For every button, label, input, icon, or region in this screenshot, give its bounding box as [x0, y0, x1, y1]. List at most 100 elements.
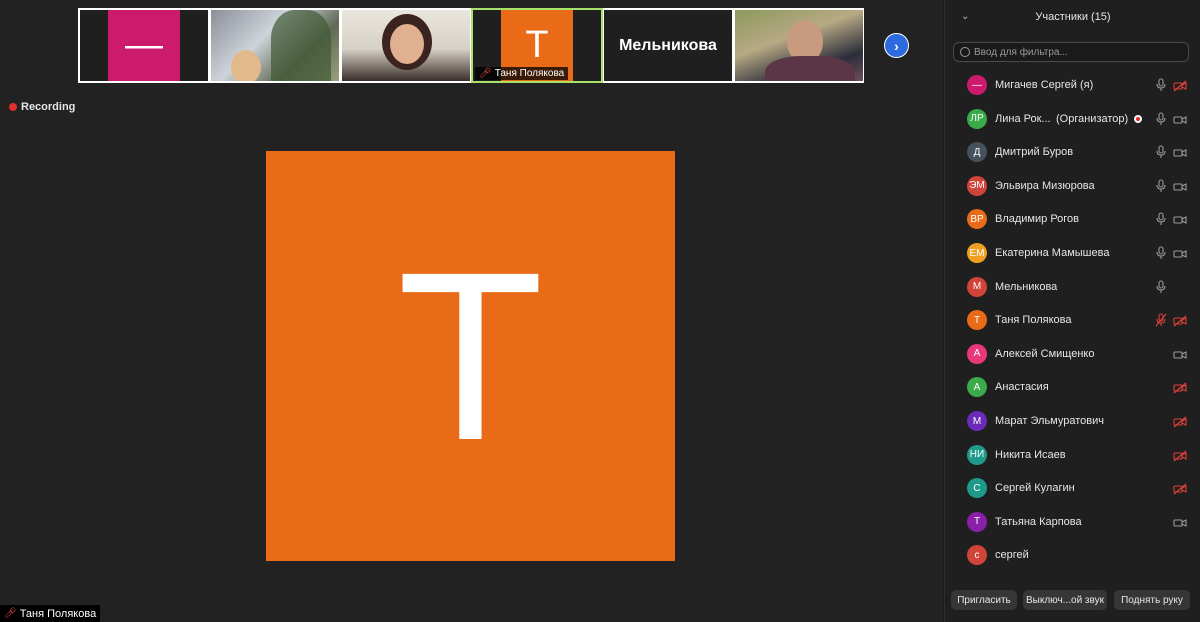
participant-name: Екатерина Мамышева: [995, 247, 1110, 259]
thumbnail-avatar: —: [108, 10, 180, 81]
participant-name: Анастасия: [995, 381, 1049, 394]
record-dot-icon: [9, 103, 17, 111]
participant-row[interactable]: — Мигачев Сергей (я): [945, 68, 1200, 102]
participant-name: Мигачев Сергей (я): [995, 79, 1094, 91]
participant-row[interactable]: ЭМ Эльвира Мизюрова: [945, 169, 1200, 203]
camera-icon: [1173, 146, 1187, 158]
participant-name: Мельникова: [995, 280, 1058, 293]
camera-off-icon: [1173, 449, 1187, 462]
participant-avatar: М: [967, 411, 987, 431]
recording-indicator: Recording: [9, 101, 75, 113]
participant-row[interactable]: А Алексей Смищенко: [945, 337, 1200, 371]
microphone-icon: [1155, 78, 1167, 92]
participant-row[interactable]: М Марат Эльмуратович: [945, 404, 1200, 438]
participant-avatar: Д: [967, 142, 987, 163]
chevron-right-icon: ›: [894, 37, 899, 54]
participant-row[interactable]: Т Таня Полякова: [945, 303, 1200, 337]
thumbnail-2[interactable]: [211, 10, 339, 81]
participant-avatar: Т: [967, 310, 987, 331]
thumbnail-1[interactable]: —: [80, 10, 208, 81]
camera-icon: [1173, 213, 1187, 225]
participant-row[interactable]: Т Татьяна Карпова: [945, 505, 1200, 539]
thumbnail-3[interactable]: [342, 10, 470, 81]
thumbnail-letter: —: [125, 24, 163, 66]
mute-all-button[interactable]: Выключ...ой звук: [1023, 590, 1107, 610]
main-video-area: — T 🎤︎ Таня Полякова Мельникова › Record…: [0, 0, 943, 622]
participant-row[interactable]: НИ Никита Исаев: [945, 438, 1200, 472]
camera-icon: [1173, 348, 1187, 360]
thumbnail-name-label: 🎤︎ Таня Полякова: [475, 67, 569, 80]
participant-avatar: ВР: [967, 209, 987, 230]
participant-avatar: А: [967, 377, 987, 398]
participant-avatar: ЛР: [967, 108, 987, 129]
participant-row[interactable]: ЛР Лина Рок... (Организатор): [945, 102, 1200, 136]
mic-muted-icon: [1155, 313, 1167, 327]
camera-icon: [1173, 247, 1187, 259]
active-speaker-letter: T: [397, 222, 544, 490]
participant-avatar: —: [967, 75, 987, 95]
participant-role: (Организатор): [1056, 112, 1129, 125]
participant-name: Алексей Смищенко: [995, 347, 1095, 360]
thumbnail-name: Таня Полякова: [494, 68, 565, 79]
participant-row[interactable]: Д Дмитрий Буров: [945, 135, 1200, 169]
thumbnail-4-active-speaker[interactable]: T 🎤︎ Таня Полякова: [471, 8, 603, 83]
camera-off-icon: [1173, 381, 1187, 394]
participant-name: Владимир Рогов: [995, 213, 1080, 226]
microphone-icon: [1155, 212, 1167, 226]
invite-button[interactable]: Пригласить: [951, 590, 1017, 610]
filter-box: [953, 42, 1189, 62]
microphone-icon: [1155, 280, 1167, 294]
camera-icon: [1173, 180, 1187, 192]
next-page-button[interactable]: ›: [884, 33, 909, 58]
microphone-icon: [1155, 246, 1167, 260]
participant-name: Лина Рок...: [995, 112, 1051, 125]
camera-off-icon: [1173, 482, 1187, 495]
camera-off-icon: [1173, 415, 1187, 428]
thumbnail-strip: — T 🎤︎ Таня Полякова Мельникова: [78, 8, 864, 83]
active-speaker-name-label: 🎤︎ Таня Полякова: [0, 605, 101, 622]
recording-icon: [1134, 114, 1142, 123]
participant-avatar: Т: [967, 511, 987, 532]
participant-row[interactable]: с сергей: [945, 538, 1200, 572]
raise-hand-button[interactable]: Поднять руку: [1114, 590, 1190, 610]
camera-off-icon: [1173, 79, 1187, 92]
participant-name: сергей: [995, 549, 1029, 562]
participants-panel: ⌄ Участники (15) —Мигачев Сергей (я)ЛРЛи…: [944, 0, 1200, 622]
plant-shape: [271, 10, 331, 81]
shirt-shape: [765, 56, 855, 81]
participant-name: Никита Исаев: [995, 448, 1066, 461]
recording-label: Recording: [21, 101, 76, 113]
mic-muted-icon: 🎤︎: [4, 608, 17, 619]
participant-avatar: ЕМ: [967, 243, 987, 263]
camera-icon: [1173, 516, 1187, 528]
thumbnail-6[interactable]: [735, 10, 863, 81]
participant-name: Сергей Кулагин: [995, 482, 1075, 495]
panel-title: Участники (15): [1035, 11, 1111, 23]
participant-row[interactable]: М Мельникова: [945, 270, 1200, 304]
thumbnail-name: Мельникова: [619, 36, 717, 54]
participant-name: Татьяна Карпова: [995, 515, 1082, 528]
participant-name: Марат Эльмуратович: [995, 415, 1104, 427]
active-speaker-name: Таня Полякова: [19, 607, 97, 620]
microphone-icon: [1155, 112, 1167, 126]
participant-avatar: М: [967, 276, 987, 297]
participant-name: Дмитрий Буров: [995, 146, 1074, 159]
participant-row[interactable]: С Сергей Кулагин: [945, 471, 1200, 505]
thumbnail-5[interactable]: Мельникова: [604, 10, 732, 81]
filter-input[interactable]: [974, 46, 1174, 58]
search-icon: [960, 47, 970, 57]
participant-avatar: С: [967, 478, 987, 499]
participant-row[interactable]: А Анастасия: [945, 370, 1200, 404]
participant-name: Таня Полякова: [995, 314, 1072, 327]
participant-row[interactable]: ВР Владимир Рогов: [945, 202, 1200, 236]
participant-name: Эльвира Мизюрова: [995, 179, 1095, 192]
person-face: [231, 50, 261, 81]
participant-avatar: с: [967, 545, 987, 566]
microphone-icon: [1155, 179, 1167, 193]
mic-muted-icon: 🎤︎: [479, 68, 492, 79]
participant-avatar: НИ: [967, 444, 987, 465]
participant-avatar: А: [967, 343, 987, 364]
microphone-icon: [1155, 145, 1167, 159]
participant-row[interactable]: ЕМ Екатерина Мамышева: [945, 236, 1200, 270]
thumbnail-letter: T: [525, 24, 549, 66]
